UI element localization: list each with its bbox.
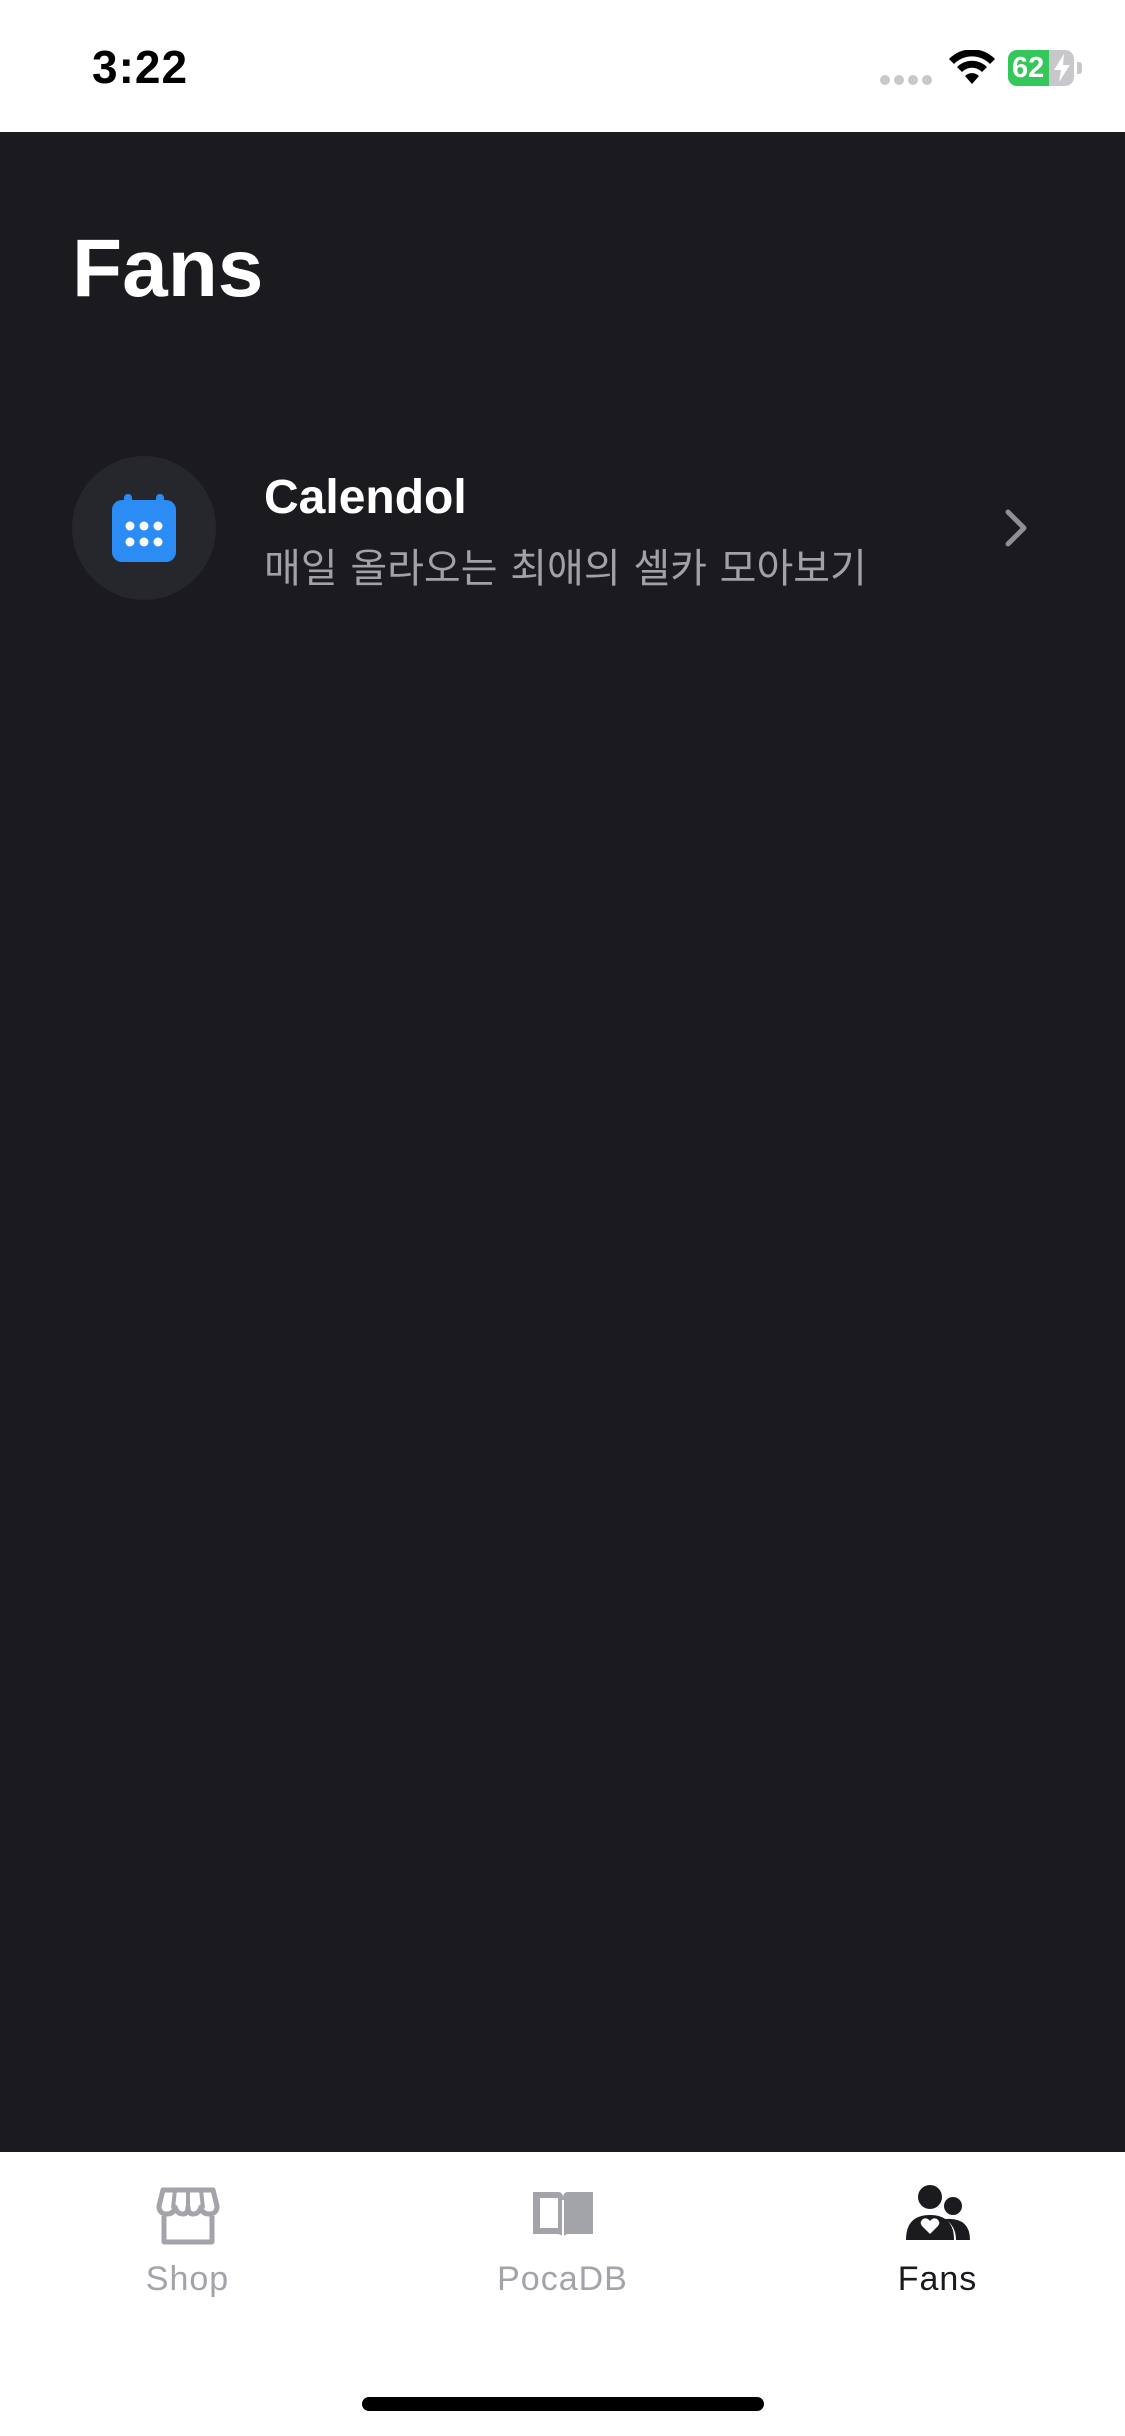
wifi-icon bbox=[949, 50, 995, 84]
app-screen: 3:22 62 Fans Calendol 매일 올라오는 최애의 셀카 모아보… bbox=[0, 0, 1125, 2436]
book-icon bbox=[533, 2192, 593, 2240]
calendol-title: Calendol bbox=[264, 471, 467, 524]
chevron-right-icon bbox=[1005, 509, 1027, 547]
tab-fans[interactable]: Fans bbox=[750, 2152, 1125, 2332]
page-title: Fans bbox=[72, 223, 264, 314]
status-bar: 3:22 62 bbox=[0, 0, 1125, 132]
storefront-icon bbox=[156, 2187, 220, 2245]
calendol-icon-badge bbox=[72, 456, 216, 600]
calendol-row[interactable]: Calendol 매일 올라오는 최애의 셀카 모아보기 bbox=[0, 440, 1125, 618]
tab-label-shop: Shop bbox=[145, 2260, 230, 2298]
battery-level: 62 bbox=[1012, 52, 1045, 84]
battery-icon: 62 bbox=[1008, 50, 1084, 86]
bolt-icon bbox=[1054, 54, 1070, 82]
tab-pocadb[interactable]: PocaDB bbox=[375, 2152, 750, 2332]
calendol-subtitle: 매일 올라오는 최애의 셀카 모아보기 bbox=[264, 546, 867, 592]
tab-label-pocadb: PocaDB bbox=[497, 2260, 628, 2298]
tab-label-fans: Fans bbox=[897, 2260, 978, 2298]
tab-bar: Shop PocaDB Fans bbox=[0, 2152, 1125, 2436]
calendar-icon bbox=[112, 494, 176, 562]
home-indicator bbox=[362, 2397, 764, 2411]
cellular-icon bbox=[880, 75, 934, 85]
tab-shop[interactable]: Shop bbox=[0, 2152, 375, 2332]
status-time: 3:22 bbox=[92, 41, 189, 93]
people-heart-icon bbox=[906, 2185, 970, 2240]
